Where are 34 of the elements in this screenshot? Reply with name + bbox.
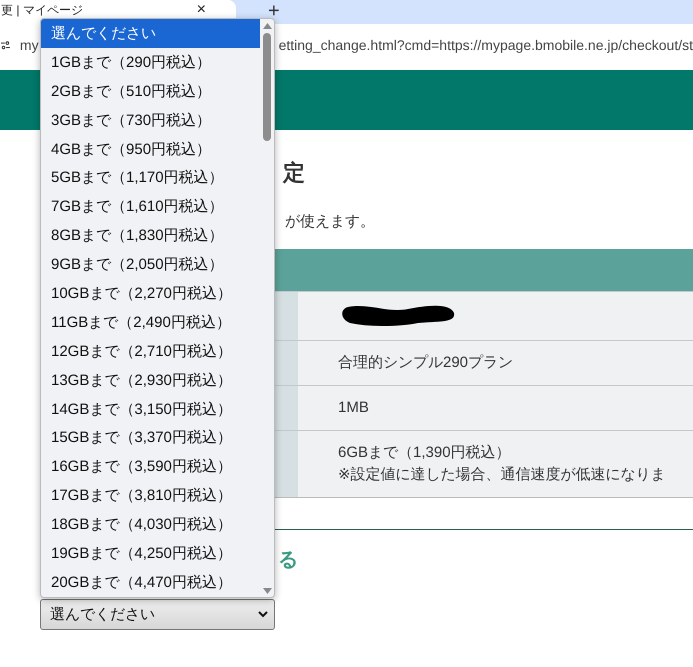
dropdown-option[interactable]: 12GBまで（2,710円税込） xyxy=(41,336,260,366)
url-text: my xyxy=(20,37,39,53)
dropdown-option[interactable]: 19GBまで（4,250円税込） xyxy=(41,539,260,568)
scroll-thumb[interactable] xyxy=(263,33,271,141)
dropdown-option[interactable]: 15GBまで（3,370円税込） xyxy=(41,423,260,452)
dropdown-option[interactable]: 5GBまで（1,170円税込） xyxy=(41,163,260,192)
plan-select[interactable]: 選んでください xyxy=(40,599,275,630)
dropdown-option[interactable]: 18GBまで（4,030円税込） xyxy=(41,510,260,540)
tab-title: 更 | マイページ xyxy=(1,2,83,19)
cell-text: 6GBまで（1,390円税込） xyxy=(338,443,512,463)
cell-text: 合理的シンプル290プラン xyxy=(338,353,514,373)
intro-text: が使えます。 xyxy=(285,212,375,232)
cell-text: 1MB xyxy=(338,398,370,418)
dropdown-option[interactable]: 1GBまで（290円税込） xyxy=(41,48,260,77)
close-tab-button[interactable]: × xyxy=(196,1,206,19)
chevron-down-icon xyxy=(258,611,268,618)
dropdown-option[interactable]: 7GBまで（1,610円税込） xyxy=(41,192,260,222)
dropdown-option[interactable]: 9GBまで（2,050円税込） xyxy=(41,250,260,280)
dropdown-option[interactable]: 4GBまで（950円税込） xyxy=(41,134,260,164)
dropdown-option[interactable]: 選んでください xyxy=(41,19,260,48)
dropdown-option[interactable]: 16GBまで（3,590円税込） xyxy=(41,452,260,482)
url-text: etting_change.html?cmd=https://mypage.bmobile.ne.jp/checkout/st xyxy=(278,37,693,53)
dropdown-option[interactable]: 13GBまで（2,930円税込） xyxy=(41,366,260,395)
dropdown-option[interactable]: 10GBまで（2,270円税込） xyxy=(41,279,260,308)
cell-text: ※設定値に達した場合、通信速度が低速になりま xyxy=(338,465,667,485)
dropdown-option[interactable]: 8GBまで（1,830円税込） xyxy=(41,221,260,250)
dropdown-option[interactable]: 20GBまで（4,470円税込） xyxy=(41,568,260,597)
dropdown-option[interactable]: 3GBまで（730円税込） xyxy=(41,106,260,135)
page-heading: 定 xyxy=(283,159,305,187)
dropdown-option[interactable]: 14GBまで（3,150円税込） xyxy=(41,394,260,424)
dropdown-option[interactable]: 2GBまで（510円税込） xyxy=(41,76,260,106)
scroll-down-icon[interactable] xyxy=(262,588,272,594)
dropdown-option[interactable]: 11GBまで（2,490円税込） xyxy=(41,308,260,337)
dropdown-option[interactable]: 17GBまで（3,810円税込） xyxy=(41,481,260,510)
